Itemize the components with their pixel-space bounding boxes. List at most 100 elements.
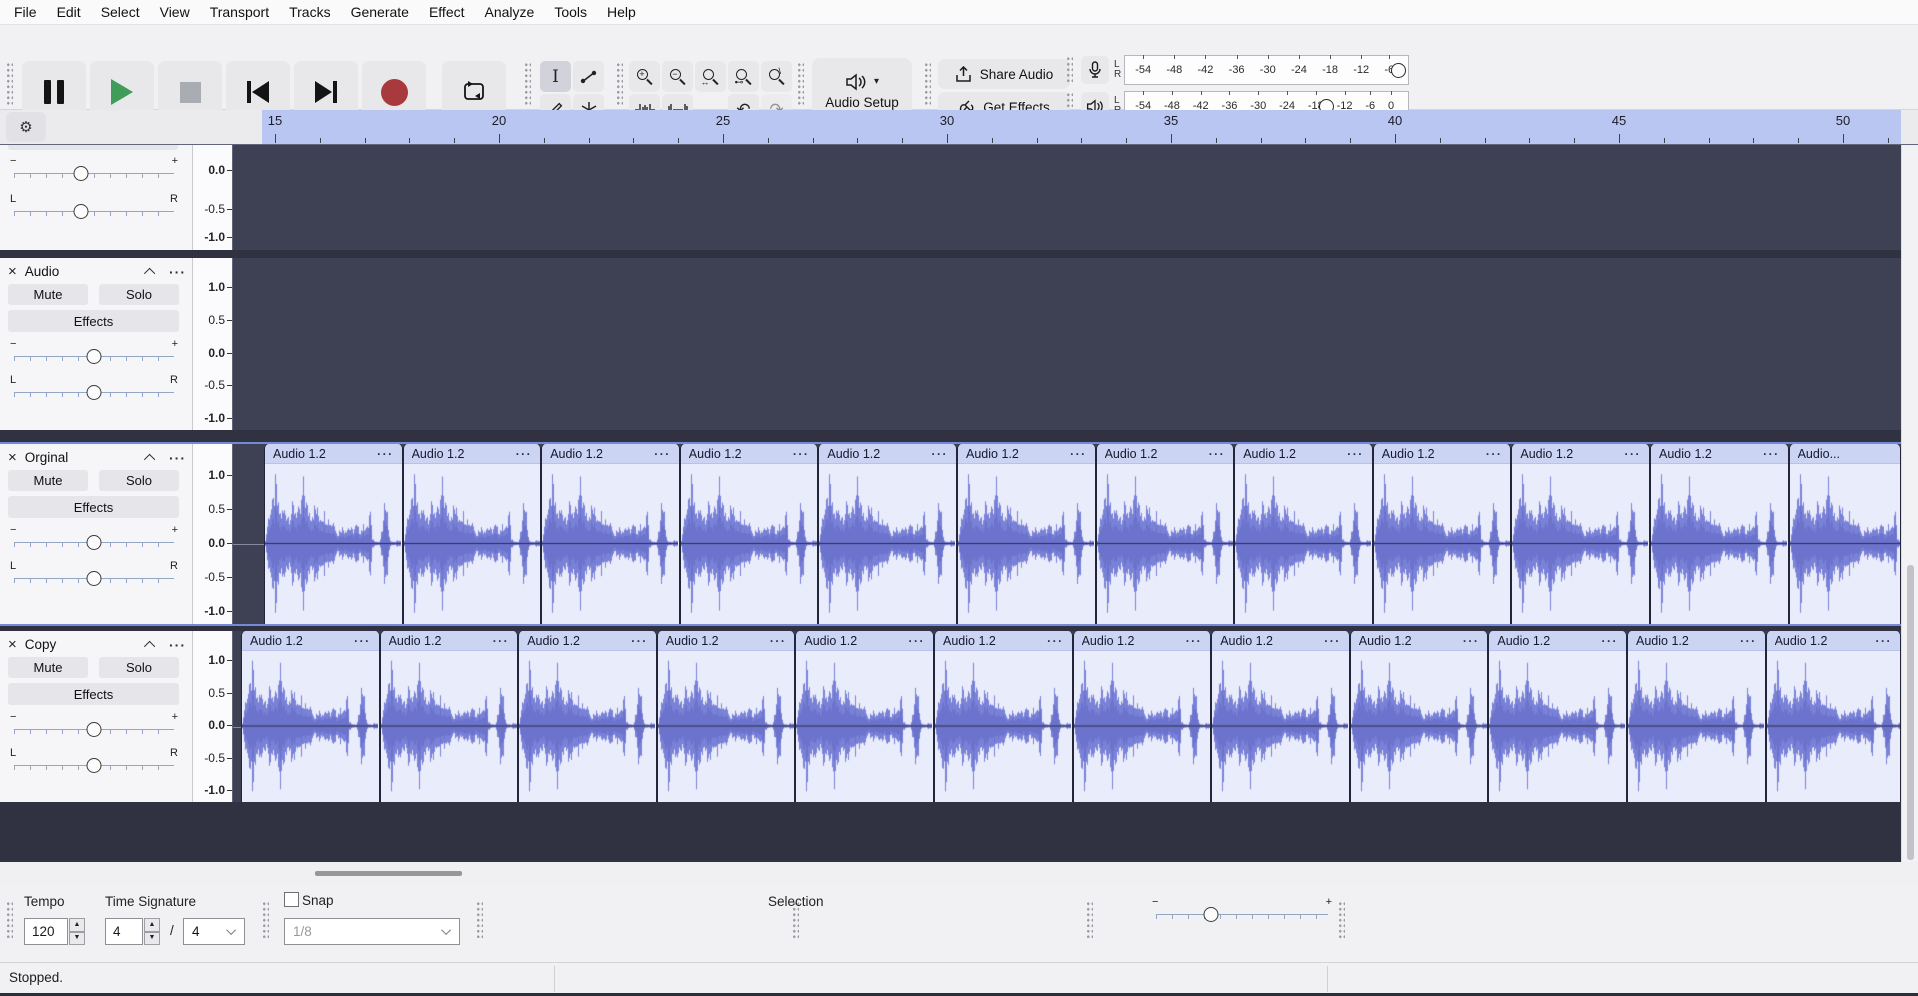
effects-button[interactable]: Effects bbox=[8, 496, 179, 518]
audio-clip[interactable]: Audio 1.2··· bbox=[1627, 631, 1766, 802]
mute-button[interactable]: Mute bbox=[8, 657, 88, 678]
menu-select[interactable]: Select bbox=[91, 0, 150, 24]
clip-header[interactable]: Audio 1.2··· bbox=[1374, 444, 1511, 464]
tempo-up-button[interactable]: ▲ bbox=[69, 918, 85, 932]
envelope-tool-button[interactable] bbox=[573, 61, 604, 92]
solo-button[interactable]: Solo bbox=[99, 470, 179, 491]
tempo-down-button[interactable]: ▼ bbox=[69, 932, 85, 946]
clip-menu-icon[interactable]: ··· bbox=[1209, 447, 1226, 461]
clip-menu-icon[interactable]: ··· bbox=[1463, 634, 1480, 648]
clip-menu-icon[interactable]: ··· bbox=[1324, 634, 1341, 648]
gain-slider[interactable]: −+ bbox=[10, 157, 178, 183]
clip-menu-icon[interactable]: ··· bbox=[1875, 634, 1892, 648]
track-menu-icon[interactable]: ··· bbox=[169, 264, 186, 280]
effects-button[interactable] bbox=[8, 145, 178, 150]
audio-clip[interactable]: Audio 1.2··· bbox=[1073, 631, 1212, 802]
clip-header[interactable]: Audio 1.2··· bbox=[819, 444, 956, 464]
clip-menu-icon[interactable]: ··· bbox=[1601, 634, 1618, 648]
timeline-options-button[interactable]: ⚙ bbox=[6, 112, 46, 142]
speed-slider-knob[interactable] bbox=[1204, 907, 1219, 922]
selection-tool-button[interactable]: I bbox=[540, 61, 571, 92]
track-menu-icon[interactable]: ··· bbox=[169, 450, 186, 466]
pan-slider[interactable]: LR bbox=[10, 562, 178, 588]
clip-header[interactable]: Audio 1.2··· bbox=[935, 631, 1072, 651]
clip-header[interactable]: Audio 1.2··· bbox=[242, 631, 379, 651]
track-name[interactable]: Copy bbox=[25, 637, 147, 652]
clip-menu-icon[interactable]: ··· bbox=[770, 634, 787, 648]
zoom-out-button[interactable]: − bbox=[662, 61, 693, 92]
track-menu-icon[interactable]: ··· bbox=[169, 637, 186, 653]
clip-menu-icon[interactable]: ··· bbox=[1186, 634, 1203, 648]
fit-project-button[interactable]: ⊷ bbox=[728, 61, 759, 92]
transport-toolbar-grip[interactable] bbox=[6, 61, 13, 105]
clip-header[interactable]: Audio 1.2··· bbox=[681, 444, 818, 464]
slider-knob[interactable] bbox=[87, 385, 102, 400]
effects-button[interactable]: Effects bbox=[8, 310, 179, 332]
clip-header[interactable]: Audio 1.2··· bbox=[519, 631, 656, 651]
clip-header[interactable]: Audio... bbox=[1790, 444, 1900, 464]
clip-header[interactable]: Audio 1.2··· bbox=[404, 444, 541, 464]
tempo-value[interactable]: 120 bbox=[24, 918, 68, 945]
clip-header[interactable]: Audio 1.2··· bbox=[1651, 444, 1788, 464]
clip-header[interactable]: Audio 1.2··· bbox=[381, 631, 518, 651]
audio-clip[interactable]: Audio 1.2··· bbox=[957, 444, 1096, 624]
menu-tracks[interactable]: Tracks bbox=[279, 0, 340, 24]
setup-toolbar-grip[interactable] bbox=[797, 61, 804, 105]
clip-header[interactable]: Audio 1.2··· bbox=[796, 631, 933, 651]
playback-speed-slider[interactable]: − + bbox=[1152, 898, 1332, 924]
horizontal-scrollbar-thumb[interactable] bbox=[315, 871, 462, 876]
slider-knob[interactable] bbox=[87, 571, 102, 586]
audio-clip[interactable]: Audio 1.2··· bbox=[1234, 444, 1373, 624]
audio-clip[interactable]: Audio 1.2··· bbox=[403, 444, 542, 624]
clip-header[interactable]: Audio 1.2··· bbox=[1628, 631, 1765, 651]
clip-header[interactable]: Audio 1.2··· bbox=[1097, 444, 1234, 464]
clip-header[interactable]: Audio 1.2··· bbox=[658, 631, 795, 651]
clip-header[interactable]: Audio 1.2··· bbox=[1351, 631, 1488, 651]
waveform-area[interactable]: Audio 1.2···Audio 1.2···Audio 1.2···Audi… bbox=[233, 631, 1901, 802]
pan-slider[interactable]: LR bbox=[10, 749, 178, 775]
solo-button[interactable]: Solo bbox=[99, 657, 179, 678]
audio-clip[interactable]: Audio 1.2··· bbox=[1096, 444, 1235, 624]
recording-volume-knob[interactable] bbox=[1391, 63, 1406, 78]
timeline-ruler[interactable]: 1520253035404550 ⚙ bbox=[0, 110, 1918, 145]
mute-button[interactable]: Mute bbox=[8, 470, 88, 491]
clip-menu-icon[interactable]: ··· bbox=[908, 634, 925, 648]
clip-menu-icon[interactable]: ··· bbox=[354, 634, 371, 648]
clip-header[interactable]: Audio 1.2··· bbox=[1235, 444, 1372, 464]
time-signature-toolbar-grip[interactable] bbox=[6, 900, 13, 940]
menu-tools[interactable]: Tools bbox=[544, 0, 597, 24]
gain-slider[interactable]: −+ bbox=[10, 340, 178, 366]
zoom-toggle-button[interactable]: \ bbox=[761, 61, 792, 92]
menu-edit[interactable]: Edit bbox=[47, 0, 91, 24]
waveform-area[interactable] bbox=[233, 145, 1901, 250]
snap-mode-select[interactable]: 1/8 bbox=[284, 918, 460, 945]
audio-clip[interactable]: Audio 1.2··· bbox=[680, 444, 819, 624]
slider-knob[interactable] bbox=[87, 758, 102, 773]
tools-toolbar-grip[interactable] bbox=[524, 61, 531, 105]
clip-header[interactable]: Audio 1.2··· bbox=[1074, 631, 1211, 651]
clip-menu-icon[interactable]: ··· bbox=[793, 447, 810, 461]
audio-clip[interactable]: Audio 1.2··· bbox=[795, 631, 934, 802]
track-orginal[interactable]: ×Orginal···MuteSoloEffects−+LR1.00.50.0-… bbox=[0, 444, 1901, 624]
audio-clip[interactable]: Audio 1.2··· bbox=[818, 444, 957, 624]
slider-knob[interactable] bbox=[87, 349, 102, 364]
horizontal-scrollbar[interactable] bbox=[0, 862, 1918, 886]
track-copy[interactable]: ×Copy···MuteSoloEffects−+LR1.00.50.0-0.5… bbox=[0, 631, 1901, 802]
menu-analyze[interactable]: Analyze bbox=[475, 0, 545, 24]
vertical-scale-ruler[interactable]: 1.00.50.0-0.5-1.0 bbox=[193, 444, 233, 624]
audio-clip[interactable]: Audio 1.2··· bbox=[380, 631, 519, 802]
share-toolbar-grip[interactable] bbox=[924, 61, 931, 105]
track-partial[interactable]: −+LR0.0-0.5-1.0 bbox=[0, 145, 1901, 250]
vertical-scale-ruler[interactable]: 0.0-0.5-1.0 bbox=[193, 145, 233, 250]
clip-menu-icon[interactable]: ··· bbox=[516, 447, 533, 461]
menu-file[interactable]: File bbox=[4, 0, 47, 24]
audio-clip[interactable]: Audio 1.2··· bbox=[1373, 444, 1512, 624]
audio-clip[interactable]: Audio 1.2··· bbox=[657, 631, 796, 802]
clip-header[interactable]: Audio 1.2··· bbox=[1489, 631, 1626, 651]
clip-menu-icon[interactable]: ··· bbox=[654, 447, 671, 461]
vertical-scrollbar-thumb[interactable] bbox=[1907, 565, 1914, 860]
close-track-icon[interactable]: × bbox=[8, 636, 17, 653]
time-signature-upper-value[interactable]: 4 bbox=[105, 918, 143, 945]
time-toolbar-grip[interactable] bbox=[476, 900, 483, 940]
slider-knob[interactable] bbox=[73, 204, 88, 219]
